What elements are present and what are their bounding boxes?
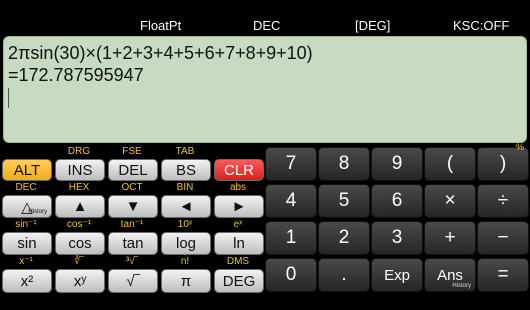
reciprocal-label: x⁻¹ bbox=[19, 256, 33, 267]
multiply-button[interactable]: × bbox=[424, 184, 476, 218]
atan-label: tan⁻¹ bbox=[120, 219, 144, 230]
digit-0-button[interactable]: 0 bbox=[265, 258, 317, 292]
history-up-button[interactable]: △ History bbox=[2, 195, 52, 218]
float-mode-indicator: FloatPt bbox=[140, 18, 182, 33]
percent-label: % bbox=[515, 142, 524, 152]
close-paren-label: ) bbox=[499, 153, 507, 174]
ten-pow-label: 10ˣ bbox=[177, 219, 193, 230]
ln-button[interactable]: ln bbox=[214, 232, 264, 255]
decimal-point-button[interactable]: . bbox=[318, 258, 370, 292]
ins-button[interactable]: INS bbox=[55, 159, 105, 181]
arrow-left-icon: ◄ bbox=[178, 198, 194, 215]
digit-9-button[interactable]: 9 bbox=[371, 147, 423, 181]
history-sublabel: History bbox=[28, 209, 47, 215]
digit-8-button[interactable]: 8 bbox=[318, 147, 370, 181]
fse-label: FSE bbox=[122, 146, 142, 157]
power-button[interactable]: xʸ bbox=[55, 269, 105, 293]
sqrt-button[interactable]: √‾ bbox=[108, 269, 158, 293]
exp-e-label: eˣ bbox=[233, 219, 243, 230]
exp-button[interactable]: Exp bbox=[371, 258, 423, 292]
digit-4-button[interactable]: 4 bbox=[265, 184, 317, 218]
digit-7-button[interactable]: 7 bbox=[265, 147, 317, 181]
right-arrow-button[interactable]: ► bbox=[214, 195, 264, 218]
square-button[interactable]: x² bbox=[2, 269, 52, 293]
add-button[interactable]: + bbox=[424, 221, 476, 255]
oct-label: OCT bbox=[121, 182, 143, 193]
status-bar: FloatPt DEC [DEG] KSC:OFF bbox=[0, 0, 530, 36]
factorial-label: n! bbox=[180, 256, 190, 267]
ans-button[interactable]: Ans History bbox=[424, 258, 476, 292]
digit-2-button[interactable]: 2 bbox=[318, 221, 370, 255]
asin-label: sin⁻¹ bbox=[15, 219, 37, 230]
acos-label: cos⁻¹ bbox=[66, 219, 92, 230]
keyset-indicator: KSC:OFF bbox=[453, 18, 510, 33]
bs-button[interactable]: BS bbox=[161, 159, 211, 181]
arrow-down-icon: ▼ bbox=[125, 198, 141, 215]
close-paren-button[interactable]: ) % bbox=[477, 142, 529, 181]
root-label: ∛‾ bbox=[74, 256, 84, 267]
digit-3-button[interactable]: 3 bbox=[371, 221, 423, 255]
arrow-up-icon: ▲ bbox=[72, 198, 88, 215]
digit-1-button[interactable]: 1 bbox=[265, 221, 317, 255]
cube-root-label: ³√‾ bbox=[125, 256, 139, 267]
dms-label: DMS bbox=[226, 256, 250, 267]
text-cursor bbox=[8, 88, 9, 108]
del-button[interactable]: DEL bbox=[108, 159, 158, 181]
divide-button[interactable]: ÷ bbox=[477, 184, 529, 218]
sin-button[interactable]: sin bbox=[2, 232, 52, 255]
clr-button[interactable]: CLR bbox=[214, 159, 264, 181]
cos-button[interactable]: cos bbox=[55, 232, 105, 255]
alt-button[interactable]: ALT bbox=[2, 159, 52, 181]
down-arrow-button[interactable]: ▼ bbox=[108, 195, 158, 218]
up-arrow-button[interactable]: ▲ bbox=[55, 195, 105, 218]
pi-button[interactable]: π bbox=[161, 269, 211, 293]
open-paren-button[interactable]: ( bbox=[424, 147, 476, 181]
digit-5-button[interactable]: 5 bbox=[318, 184, 370, 218]
calculator-display[interactable]: 2πsin(30)×(1+2+3+4+5+6+7+8+9+10) =172.78… bbox=[3, 36, 527, 143]
bin-label: BIN bbox=[176, 182, 194, 193]
angle-mode-indicator: [DEG] bbox=[355, 18, 391, 33]
abs-label: abs bbox=[229, 182, 247, 193]
arrow-right-icon: ► bbox=[231, 198, 247, 215]
left-arrow-button[interactable]: ◄ bbox=[161, 195, 211, 218]
subtract-button[interactable]: − bbox=[477, 221, 529, 255]
equals-button[interactable]: = bbox=[477, 258, 529, 292]
tab-label: TAB bbox=[175, 146, 195, 157]
drg-label: DRG bbox=[67, 146, 91, 157]
tan-button[interactable]: tan bbox=[108, 232, 158, 255]
log-button[interactable]: log bbox=[161, 232, 211, 255]
ans-label: Ans bbox=[437, 266, 463, 284]
dec-label: DEC bbox=[15, 182, 37, 193]
result-line: =172.787595947 bbox=[8, 65, 144, 85]
hex-label: HEX bbox=[68, 182, 90, 193]
expression-line: 2πsin(30)×(1+2+3+4+5+6+7+8+9+10) bbox=[8, 43, 313, 63]
ans-history-sublabel: History bbox=[452, 283, 471, 289]
base-indicator: DEC bbox=[253, 18, 281, 33]
digit-6-button[interactable]: 6 bbox=[371, 184, 423, 218]
deg-button[interactable]: DEG bbox=[214, 269, 264, 293]
